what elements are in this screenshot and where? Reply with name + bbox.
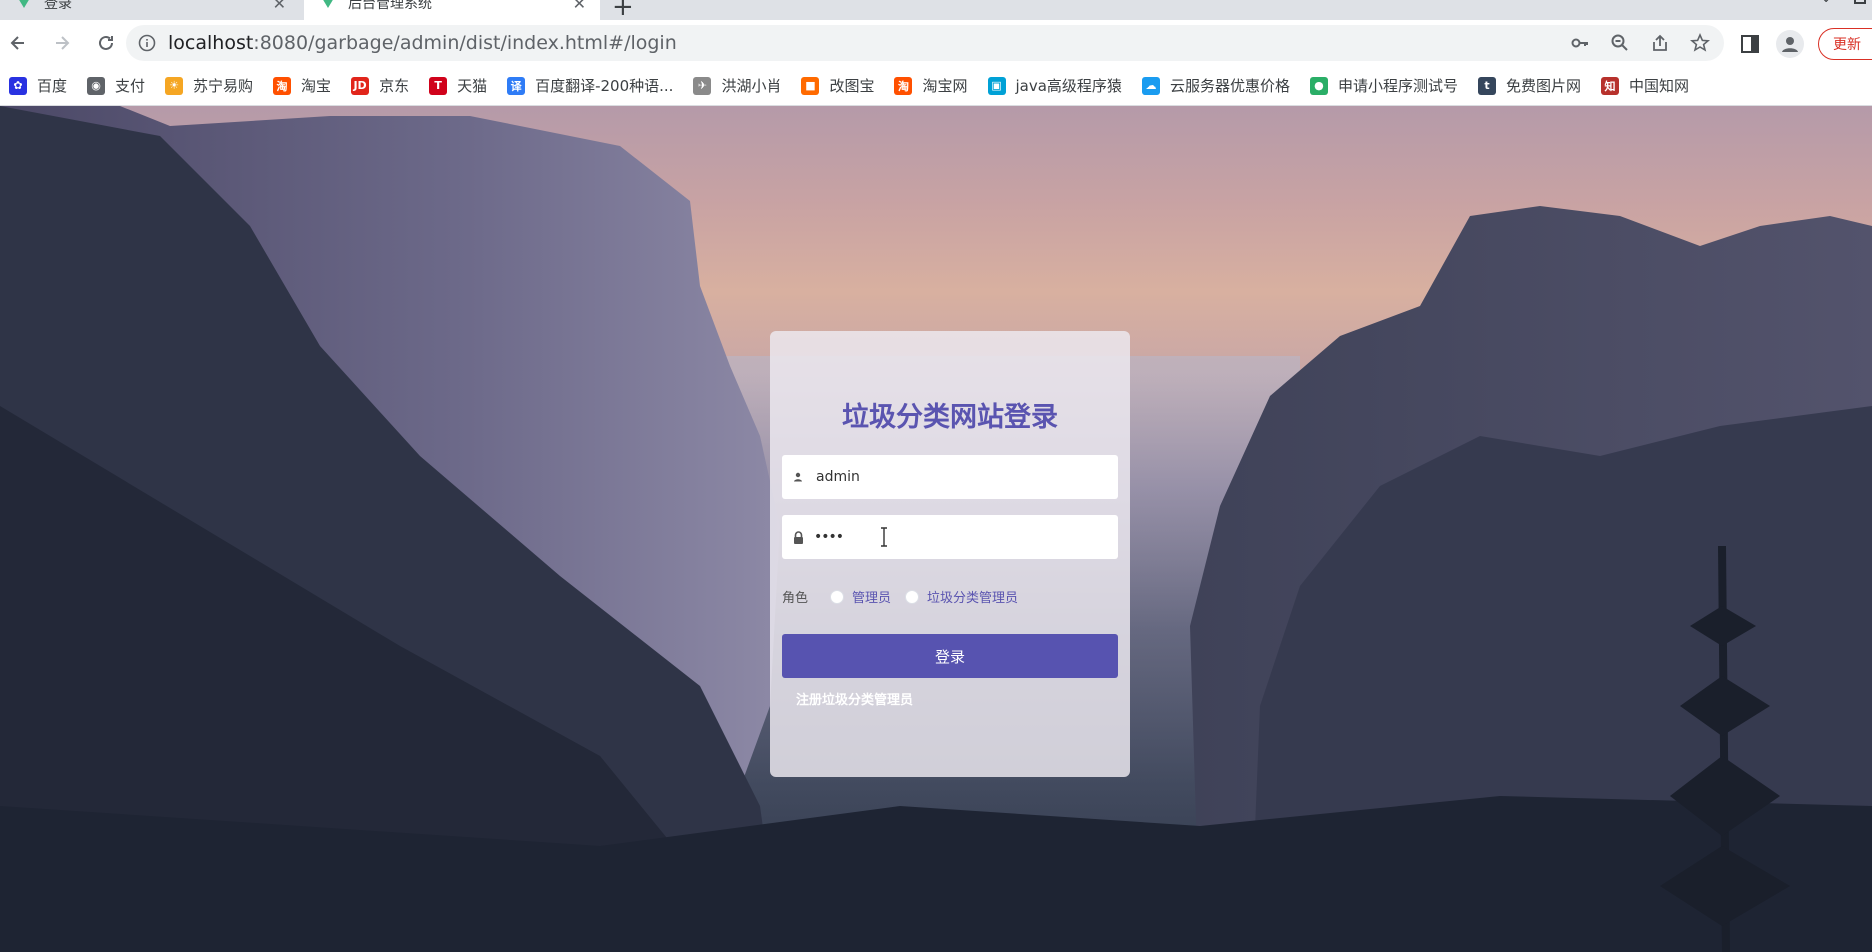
bookmark-item[interactable]: ▣ java高级程序猿	[987, 75, 1122, 96]
globe-icon: ◉	[87, 76, 106, 95]
close-icon[interactable]: ✕	[273, 0, 286, 13]
bookmark-item[interactable]: ■ 改图宝	[801, 75, 874, 96]
bookmark-label: 云服务器优惠价格	[1169, 77, 1290, 95]
bookmark-item[interactable]: ✿ 百度	[9, 75, 67, 96]
back-icon[interactable]	[6, 31, 30, 55]
address-bar[interactable]: localhost:8080/garbage/admin/dist/index.…	[126, 25, 1724, 61]
bookmark-star-icon[interactable]	[1688, 31, 1712, 55]
lion-icon: ☀	[165, 76, 184, 95]
bookmarks-bar: ✿ 百度 ◉ 支付 ☀ 苏宁易购淘淘宝 JD 京东 T 天猫译百度翻译-200种语... ✈ 洪湖小肖…	[0, 66, 1872, 106]
tab-strip: 登录 ✕ 后台管理系统 ✕ + ⌄	[0, 0, 1872, 20]
bookmark-item[interactable]: t 免费图片网	[1477, 75, 1581, 96]
bookmark-label: 京东	[379, 77, 410, 95]
tab-title: 后台管理系统	[348, 0, 432, 12]
tab-login[interactable]: 登录 ✕	[0, 0, 300, 20]
password-input[interactable]: ••••	[814, 529, 844, 545]
bookmark-item[interactable]: JD 京东	[351, 75, 409, 96]
translate-icon: 译	[507, 76, 526, 95]
role-radio-admin[interactable]: 管理员	[830, 587, 891, 606]
bookmark-label: java高级程序猿	[1015, 77, 1122, 95]
bookmark-item[interactable]: ✈ 洪湖小肖	[693, 75, 781, 96]
window-restore-icon[interactable]	[1854, 0, 1866, 4]
bookmark-label: 免费图片网	[1505, 77, 1581, 95]
bookmark-item[interactable]: 译百度翻译-200种语...	[507, 75, 673, 96]
bookmark-label: 百度翻译-200种语...	[535, 77, 674, 95]
login-page: 垃圾分类网站登录 •••• 角色 管理员 垃圾分类管理员	[0, 106, 1872, 952]
register-link[interactable]: 注册垃圾分类管理员	[796, 689, 913, 708]
bookmark-item[interactable]: ◉ 支付	[87, 75, 145, 96]
bookmark-item[interactable]: ● 申请小程序测试号	[1309, 75, 1458, 96]
share-icon[interactable]	[1648, 31, 1672, 55]
radio-icon[interactable]	[830, 589, 845, 604]
browser-toolbar: localhost:8080/garbage/admin/dist/index.…	[0, 20, 1872, 66]
cloud-icon: ☁	[1141, 76, 1160, 95]
bookmark-label: 淘宝	[301, 77, 332, 95]
radio-icon[interactable]	[905, 589, 920, 604]
bookmark-label: 淘宝网	[922, 77, 968, 95]
vue-icon	[19, 0, 29, 8]
jd-icon: JD	[351, 76, 370, 95]
tumblr-icon: t	[1477, 76, 1496, 95]
tab-title: 登录	[44, 0, 72, 12]
paw-icon: ✿	[9, 76, 27, 95]
username-field[interactable]	[782, 455, 1118, 499]
taobao-icon: 淘	[273, 76, 292, 95]
info-icon[interactable]	[138, 34, 156, 52]
tmall-icon: T	[429, 76, 448, 95]
reload-icon[interactable]	[94, 31, 118, 55]
key-icon[interactable]	[1568, 31, 1592, 55]
update-button[interactable]: 更新	[1818, 28, 1872, 60]
bookmark-label: 支付	[115, 77, 146, 95]
bookmark-label: 申请小程序测试号	[1337, 77, 1458, 95]
wechat-icon: ●	[1309, 76, 1328, 95]
bookmark-label: 改图宝	[829, 77, 875, 95]
username-input[interactable]	[814, 468, 1094, 486]
login-card: 垃圾分类网站登录 •••• 角色 管理员 垃圾分类管理员	[770, 331, 1130, 777]
bookmark-label: 洪湖小肖	[721, 77, 782, 95]
user-icon	[791, 470, 805, 484]
login-title: 垃圾分类网站登录	[842, 402, 1058, 433]
bookmark-item[interactable]: 知中国知网	[1600, 75, 1689, 96]
side-panel-icon[interactable]	[1738, 32, 1762, 56]
login-button[interactable]: 登录	[782, 634, 1118, 678]
lock-icon	[791, 530, 805, 544]
password-field[interactable]: ••••	[782, 515, 1118, 559]
bookmark-label: 百度	[37, 77, 68, 95]
image-tool-icon: ■	[801, 76, 820, 95]
cnki-icon: 知	[1600, 76, 1619, 95]
bookmark-item[interactable]: 淘淘宝	[273, 75, 331, 96]
bookmark-item[interactable]: 淘淘宝网	[894, 75, 968, 96]
forward-icon[interactable]	[50, 31, 74, 55]
tab-search-icon[interactable]: ⌄	[1820, 0, 1832, 6]
profile-avatar-icon[interactable]	[1776, 30, 1804, 58]
role-selector: 角色 管理员 垃圾分类管理员	[782, 587, 1032, 606]
bird-icon: ✈	[693, 76, 712, 95]
bookmark-item[interactable]: ☁ 云服务器优惠价格	[1141, 75, 1290, 96]
bookmark-label: 中国知网	[1628, 77, 1689, 95]
url-text[interactable]: localhost:8080/garbage/admin/dist/index.…	[168, 32, 677, 54]
taobao-icon: 淘	[894, 76, 913, 95]
vue-icon	[323, 0, 333, 8]
close-icon[interactable]: ✕	[573, 0, 586, 13]
tab-admin[interactable]: 后台管理系统 ✕	[304, 0, 600, 20]
role-label: 角色	[782, 591, 809, 606]
role-radio-garbage-admin[interactable]: 垃圾分类管理员	[905, 587, 1018, 606]
text-cursor-icon	[881, 527, 887, 547]
zoom-icon[interactable]	[1608, 31, 1632, 55]
new-tab-icon[interactable]: +	[612, 0, 634, 20]
bookmark-label: 天猫	[457, 77, 488, 95]
bookmark-label: 苏宁易购	[193, 77, 254, 95]
bookmark-item[interactable]: ☀ 苏宁易购	[165, 75, 253, 96]
tv-icon: ▣	[987, 76, 1006, 95]
bookmark-item[interactable]: T 天猫	[429, 75, 487, 96]
